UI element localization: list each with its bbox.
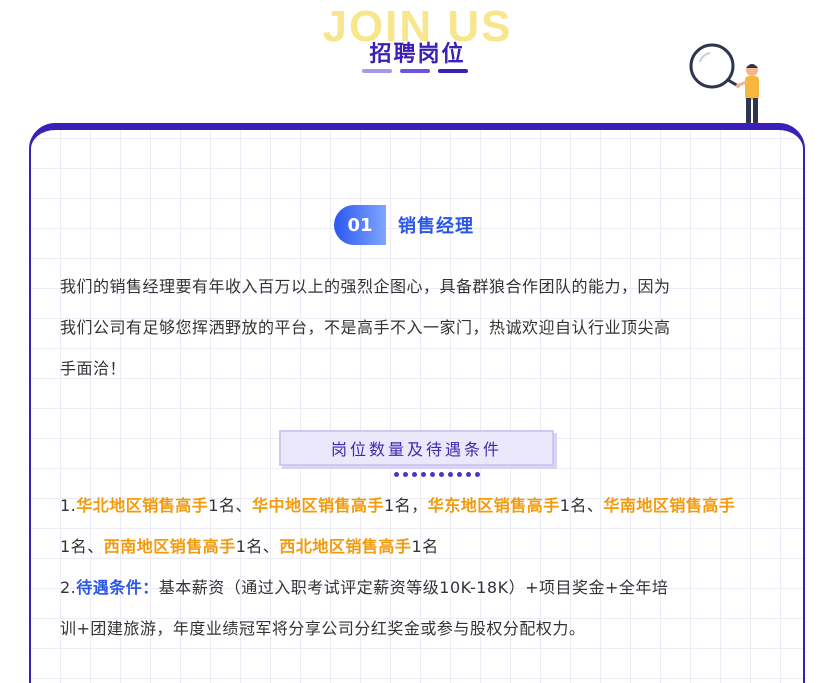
- region-count: 1名: [235, 537, 263, 556]
- region-label: 西北地区销售高手: [279, 537, 412, 556]
- dot: [448, 472, 453, 477]
- separator: 、: [87, 537, 104, 556]
- separator: 、: [586, 496, 604, 515]
- list-prefix: 1.: [60, 496, 77, 515]
- list-prefix: 2.: [60, 578, 77, 597]
- separator: 、: [262, 537, 280, 556]
- region-label: 华东地区销售高手: [427, 496, 560, 515]
- description-line: 我们的销售经理要有年收入百万以上的强烈企图心，具备群狼合作团队的能力，因为: [60, 277, 671, 296]
- dot: [412, 472, 417, 477]
- region-count: 1名: [60, 537, 88, 556]
- decor-bar: [438, 69, 468, 73]
- dots-decoration: [394, 472, 480, 477]
- title-decoration: [362, 69, 468, 73]
- region-count: 1名: [384, 496, 412, 515]
- region-label: 西南地区销售高手: [103, 537, 236, 556]
- positions-item: 1.华北地区销售高手1名、华中地区销售高手1名，华东地区销售高手1名、华南地区销…: [60, 485, 780, 567]
- benefits-label: 待遇条件：: [76, 578, 159, 597]
- benefits-text: 基本薪资（通过入职考试评定薪资等级10K-18K）+项目奖金+全年培: [158, 578, 669, 597]
- region-count: 1名: [208, 496, 236, 515]
- separator: ，: [411, 496, 428, 515]
- region-label: 华南地区销售高手: [603, 496, 736, 515]
- dot: [457, 472, 462, 477]
- region-label: 华中地区销售高手: [251, 496, 384, 515]
- decor-bar: [362, 69, 392, 73]
- section-header: 01 销售经理: [334, 205, 474, 245]
- description-line: 手面洽！: [60, 359, 127, 378]
- dot: [430, 472, 435, 477]
- region-count: 1名: [559, 496, 587, 515]
- dot: [421, 472, 426, 477]
- region-count: 1名: [411, 537, 439, 556]
- dot: [439, 472, 444, 477]
- section-title: 销售经理: [398, 216, 474, 237]
- section-number-badge: 01: [334, 205, 386, 245]
- dot: [466, 472, 471, 477]
- benefits-item: 2.待遇条件：基本薪资（通过入职考试评定薪资等级10K-18K）+项目奖金+全年…: [60, 567, 780, 608]
- dot: [394, 472, 399, 477]
- separator: 、: [235, 496, 252, 515]
- quota-benefits-tag: 岗位数量及待遇条件: [279, 430, 554, 466]
- benefits-text-cont: 训+团建旅游，年度业绩冠军将分享公司分红奖金或参与股权分配权力。: [60, 619, 586, 638]
- job-description: 我们的销售经理要有年收入百万以上的强烈企图心，具备群狼合作团队的能力，因为 我们…: [60, 266, 780, 389]
- requirements-list: 1.华北地区销售高手1名、华中地区销售高手1名，华东地区销售高手1名、华南地区销…: [60, 485, 780, 649]
- description-line: 我们公司有足够您挥洒野放的平台，不是高手不入一家门，热诚欢迎自认行业顶尖高: [60, 318, 671, 337]
- magnifier-person-illustration: [689, 43, 760, 126]
- decor-bar: [400, 69, 430, 73]
- dot: [475, 472, 480, 477]
- dot: [403, 472, 408, 477]
- region-label: 华北地区销售高手: [76, 496, 209, 515]
